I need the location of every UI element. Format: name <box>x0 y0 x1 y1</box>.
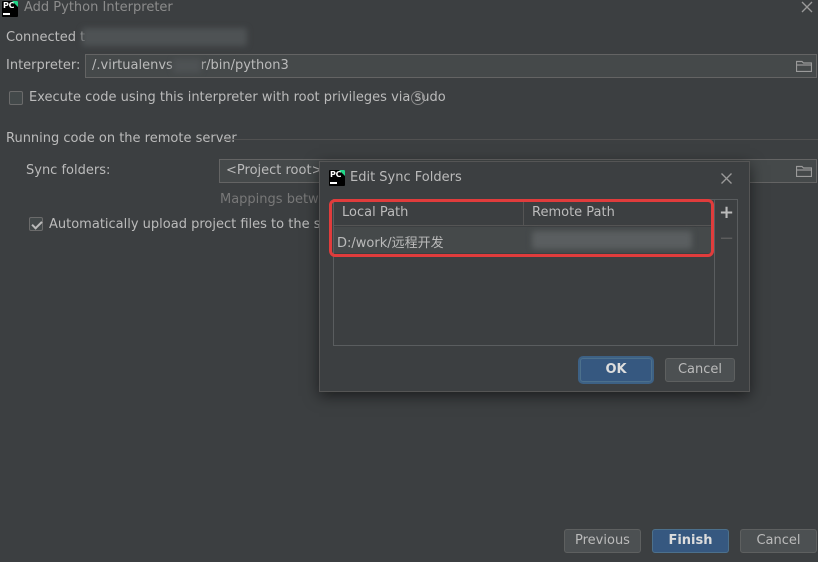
section-title: Running code on the remote server <box>6 131 237 146</box>
pycharm-icon: PC <box>329 170 345 186</box>
folder-icon[interactable] <box>796 60 812 72</box>
ok-button[interactable]: OK <box>580 358 652 382</box>
help-icon[interactable]: ? <box>411 91 425 105</box>
dialog-cancel-button[interactable]: Cancel <box>665 358 735 382</box>
section-divider <box>222 139 818 140</box>
close-icon[interactable] <box>800 0 814 14</box>
sudo-checkbox[interactable] <box>9 91 23 105</box>
edit-sync-folders-dialog: PC Edit Sync Folders Local Path Remote P… <box>319 161 750 392</box>
interpreter-value-suffix: r/bin/python3 <box>200 58 289 73</box>
annotation-highlight <box>329 199 714 257</box>
sync-folders-label: Sync folders: <box>26 163 111 178</box>
auto-upload-checkbox[interactable] <box>29 217 43 231</box>
mappings-hint: Mappings betwe <box>220 192 327 207</box>
redacted-env <box>172 58 201 73</box>
finish-button[interactable]: Finish <box>652 529 729 553</box>
previous-button[interactable]: Previous <box>564 529 641 553</box>
remove-icon[interactable]: − <box>719 230 734 248</box>
window-title: Add Python Interpreter <box>24 0 173 15</box>
sudo-checkbox-label: Execute code using this interpreter with… <box>29 90 446 105</box>
sync-folders-value: <Project root>→ <box>226 163 334 178</box>
add-icon[interactable]: + <box>719 204 734 222</box>
title-bar: PC Add Python Interpreter <box>0 0 818 18</box>
connected-label: Connected t <box>6 30 86 45</box>
interpreter-label: Interpreter: <box>6 58 81 73</box>
table-toolbar: + − <box>713 199 738 346</box>
dialog-title: Edit Sync Folders <box>350 170 462 185</box>
interpreter-value-prefix: /.virtualenvs <box>92 58 173 73</box>
cancel-button[interactable]: Cancel <box>740 529 817 553</box>
folder-icon[interactable] <box>796 165 812 177</box>
redacted-host <box>82 28 247 46</box>
pycharm-icon: PC <box>2 1 18 17</box>
interpreter-field[interactable]: /.virtualenvs r/bin/python3 <box>85 54 817 78</box>
dialog-close-icon[interactable] <box>720 172 733 185</box>
auto-upload-label: Automatically upload project files to th… <box>49 217 355 232</box>
